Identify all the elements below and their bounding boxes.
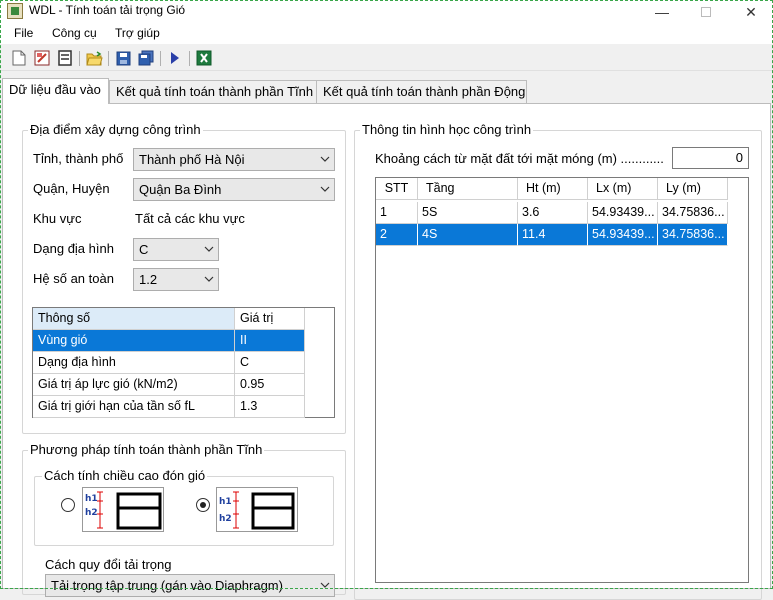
- table-cell[interactable]: Vùng gió: [33, 330, 235, 352]
- h2-label: h2: [219, 514, 232, 524]
- column-header[interactable]: STT: [376, 178, 418, 200]
- toolbar-separator: [79, 51, 80, 66]
- static-method-title: Phương pháp tính toán thành phần Tĩnh: [28, 442, 265, 457]
- close-icon[interactable]: ✕: [729, 0, 773, 24]
- chevron-down-icon: [320, 186, 330, 192]
- district-label: Quận, Huyện: [33, 181, 110, 196]
- district-value: Quận Ba Đình: [139, 182, 222, 197]
- table-cell[interactable]: 1.3: [235, 396, 305, 418]
- open-pdf-icon[interactable]: [33, 49, 51, 67]
- column-header[interactable]: Thông số: [33, 308, 235, 330]
- table-cell[interactable]: 1: [376, 202, 418, 224]
- table-cell[interactable]: C: [235, 352, 305, 374]
- chevron-down-icon: [204, 276, 214, 282]
- floors-table[interactable]: STT Tầng Ht (m) Lx (m) Ly (m) 1 5S 3.6 5…: [375, 177, 749, 583]
- new-file-icon[interactable]: [10, 49, 28, 67]
- height-option-2-radio[interactable]: [196, 498, 210, 512]
- column-header[interactable]: Lx (m): [588, 178, 658, 200]
- terrain-select[interactable]: C: [133, 238, 219, 261]
- table-cell[interactable]: 4S: [418, 224, 518, 246]
- excel-icon[interactable]: [195, 49, 213, 67]
- area-value: Tất cả các khu vực: [135, 211, 245, 226]
- chevron-down-icon: [320, 156, 330, 162]
- chevron-down-icon: [204, 246, 214, 252]
- table-cell[interactable]: Dạng địa hình: [33, 352, 235, 374]
- district-select[interactable]: Quận Ba Đình: [133, 178, 335, 201]
- h1-label: h1: [85, 494, 98, 504]
- minimize-icon[interactable]: —: [640, 0, 684, 24]
- save-all-icon[interactable]: [137, 49, 155, 67]
- height-option-1-radio[interactable]: [61, 498, 75, 512]
- terrain-label: Dạng địa hình: [33, 241, 114, 256]
- table-cell[interactable]: 11.4: [518, 224, 588, 246]
- toolbar: [0, 45, 773, 71]
- table-cell[interactable]: 2: [376, 224, 418, 246]
- run-icon[interactable]: [166, 49, 184, 67]
- table-cell[interactable]: 0.95: [235, 374, 305, 396]
- toolbar-separator: [108, 51, 109, 66]
- table-cell[interactable]: 5S: [418, 202, 518, 224]
- column-header[interactable]: Tầng: [418, 178, 518, 200]
- distance-label: Khoảng cách từ mặt đất tới mặt móng (m) …: [375, 151, 664, 166]
- table-cell[interactable]: II: [235, 330, 305, 352]
- safety-select[interactable]: 1.2: [133, 268, 219, 291]
- menu-bar: File Công cụ Trợ giúp: [0, 24, 773, 44]
- parameter-table[interactable]: Thông số Giá trị Vùng gió II Dạng địa hì…: [32, 307, 335, 418]
- area-label: Khu vực: [33, 211, 82, 226]
- building-diagram-icon: h1 h2: [219, 491, 295, 530]
- geometry-group-title: Thông tin hình học công trình: [360, 122, 534, 137]
- height-option-2-diagram: h1 h2: [216, 487, 298, 532]
- tab-input-data[interactable]: Dữ liệu đầu vào: [2, 78, 109, 104]
- building-diagram-icon: h1 h2: [85, 491, 162, 530]
- tab-static-results[interactable]: Kết quả tính toán thành phần Tĩnh: [109, 80, 317, 103]
- app-icon: [7, 3, 23, 19]
- conversion-value: Tải trọng tập trung (gán vào Diaphragm): [51, 578, 283, 593]
- menu-tools[interactable]: Công cụ: [52, 26, 97, 40]
- table-cell[interactable]: 54.93439...: [588, 202, 658, 224]
- table-cell[interactable]: Giá trị áp lực gió (kN/m2): [33, 374, 235, 396]
- h2-label: h2: [85, 508, 98, 518]
- location-group-title: Địa điểm xây dựng công trình: [28, 122, 203, 137]
- table-cell[interactable]: 34.75836...: [658, 202, 728, 224]
- open-folder-icon[interactable]: [85, 49, 103, 67]
- height-method-title: Cách tính chiều cao đón gió: [42, 468, 208, 483]
- conversion-label: Cách quy đổi tải trọng: [45, 557, 172, 572]
- distance-input[interactable]: 0: [672, 147, 749, 169]
- save-icon[interactable]: [114, 49, 132, 67]
- safety-label: Hệ số an toàn: [33, 271, 114, 286]
- table-cell[interactable]: 54.93439...: [588, 224, 658, 246]
- toolbar-separator: [160, 51, 161, 66]
- column-header[interactable]: Giá trị: [235, 308, 305, 330]
- maximize-icon[interactable]: [684, 0, 728, 24]
- table-cell[interactable]: 34.75836...: [658, 224, 728, 246]
- window-title: WDL - Tính toán tải trọng Gió: [29, 3, 186, 17]
- menu-help[interactable]: Trợ giúp: [115, 26, 160, 40]
- toolbar-separator: [189, 51, 190, 66]
- menu-file[interactable]: File: [14, 26, 33, 40]
- safety-value: 1.2: [139, 272, 158, 287]
- table-cell[interactable]: Giá trị giới hạn của tần số fL: [33, 396, 235, 418]
- form-icon[interactable]: [56, 49, 74, 67]
- title-bar: WDL - Tính toán tải trọng Gió — ✕: [0, 0, 773, 24]
- conversion-select[interactable]: Tải trọng tập trung (gán vào Diaphragm): [45, 574, 335, 597]
- h1-label: h1: [219, 497, 232, 507]
- tab-dynamic-results[interactable]: Kết quả tính toán thành phần Động: [316, 80, 527, 103]
- height-option-1-diagram: h1 h2: [82, 487, 164, 532]
- column-header[interactable]: Ly (m): [658, 178, 728, 200]
- province-label: Tỉnh, thành phố: [33, 151, 124, 166]
- province-select[interactable]: Thành phố Hà Nội: [133, 148, 335, 171]
- terrain-value: C: [139, 242, 149, 257]
- column-header[interactable]: Ht (m): [518, 178, 588, 200]
- province-value: Thành phố Hà Nội: [139, 152, 245, 167]
- table-cell[interactable]: 3.6: [518, 202, 588, 224]
